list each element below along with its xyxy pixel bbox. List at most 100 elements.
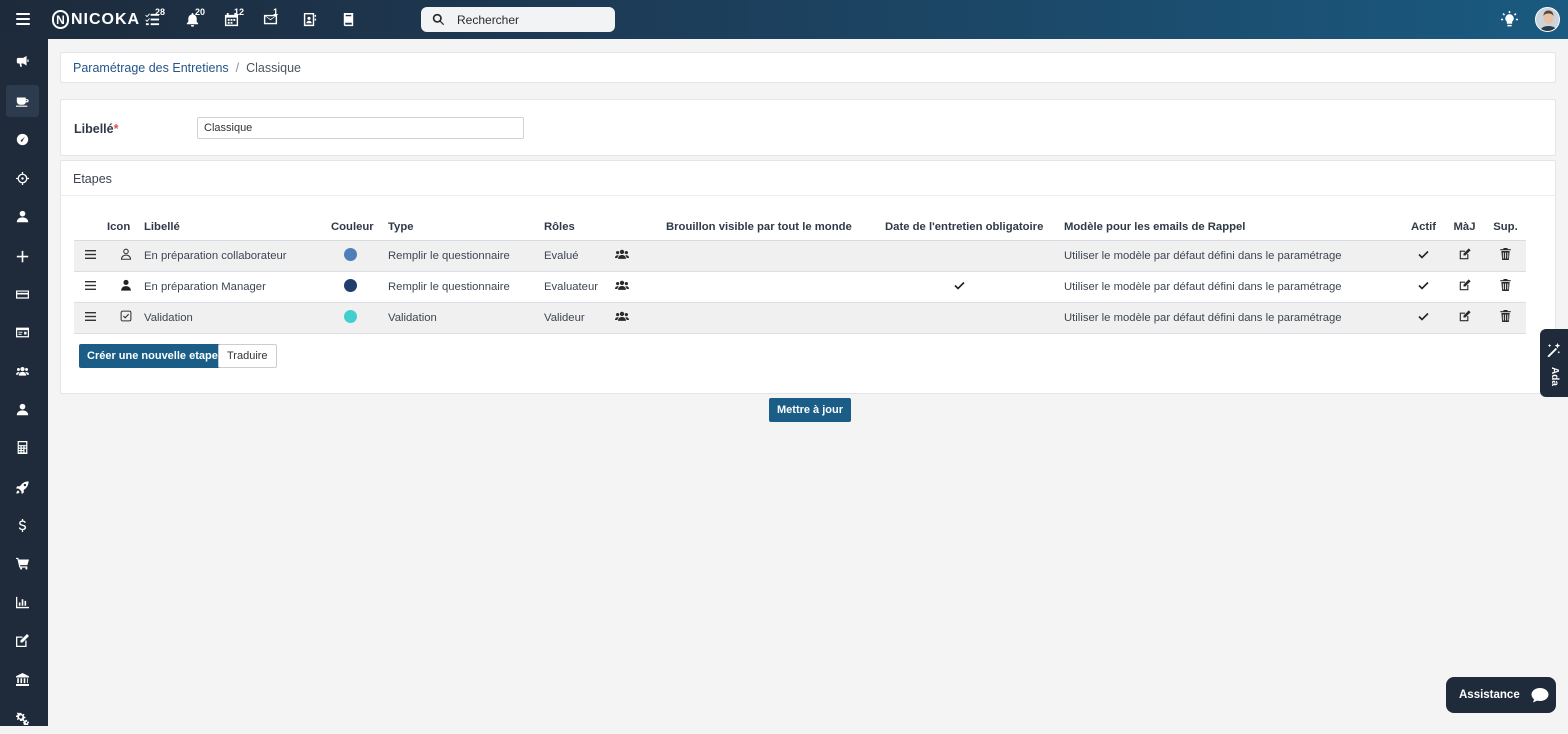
sidebar-item-team[interactable]	[6, 355, 39, 387]
logo-mark: N	[52, 10, 69, 29]
edit-icon[interactable]	[1444, 302, 1485, 334]
sidebar-item-bank[interactable]	[6, 663, 39, 695]
col-maj: MàJ	[1444, 214, 1485, 241]
breadcrumb-parent-link[interactable]: Paramétrage des Entretiens	[73, 61, 229, 75]
contacts-icon[interactable]	[302, 12, 318, 28]
bank-icon	[16, 672, 29, 686]
top-bar: N NICOKA 28 20 12 1	[0, 0, 1568, 39]
sidebar-item-card[interactable]	[6, 278, 39, 310]
sidebar-item-finance[interactable]	[6, 509, 39, 541]
calendar-badge: 12	[234, 7, 245, 17]
step-brouillon	[666, 271, 885, 303]
sidebar-item-settings[interactable]	[6, 702, 39, 734]
required-mark: *	[113, 122, 119, 136]
ada-tab[interactable]: Ada	[1540, 329, 1568, 397]
mail-badge: 1	[273, 7, 279, 17]
logo[interactable]: N NICOKA	[52, 10, 140, 29]
assistance-button[interactable]: Assistance	[1446, 677, 1556, 713]
step-label: Validation	[144, 302, 331, 334]
calculator-icon	[17, 440, 28, 454]
label-text: Libellé	[74, 122, 114, 136]
step-modele: Utiliser le modèle par défaut défini dan…	[1064, 240, 1403, 272]
sidebar-item-interviews[interactable]	[6, 85, 39, 117]
breadcrumb: Paramétrage des Entretiens / Classique	[60, 52, 1556, 83]
translate-button[interactable]: Traduire	[218, 344, 277, 368]
update-button[interactable]: Mettre à jour	[769, 398, 852, 422]
sidebar-item-user[interactable]	[6, 200, 39, 232]
tasks-badge: 28	[155, 7, 166, 17]
col-couleur: Couleur	[331, 214, 388, 241]
bell-icon[interactable]: 20	[185, 7, 205, 28]
roles-users-icon[interactable]	[615, 271, 666, 303]
col-sup: Sup.	[1485, 214, 1526, 241]
drag-handle-icon[interactable]	[74, 271, 107, 303]
step-color	[331, 271, 388, 303]
steps-table: Icon Libellé Couleur Type Rôles Brouillo…	[74, 214, 1526, 334]
sidebar-item-add[interactable]	[6, 240, 39, 272]
logo-text: NICOKA	[71, 10, 141, 28]
color-swatch	[344, 278, 357, 292]
dollar-icon	[18, 518, 27, 532]
sidebar-item-contact[interactable]	[6, 393, 39, 425]
sidebar-item-cart[interactable]	[6, 547, 39, 579]
sidebar-item-calculator[interactable]	[6, 431, 39, 463]
search-icon	[432, 13, 445, 26]
plus-icon	[16, 250, 29, 262]
mail-icon[interactable]: 1	[263, 7, 279, 28]
users-icon	[16, 366, 29, 376]
dashboard-icon	[16, 133, 29, 145]
trash-icon[interactable]	[1485, 240, 1526, 272]
step-brouillon	[666, 240, 885, 272]
coffee-icon	[16, 96, 29, 107]
check-icon	[1403, 240, 1444, 272]
book-icon[interactable]	[341, 12, 357, 28]
drag-handle-icon[interactable]	[74, 240, 107, 272]
sidebar-item-dashboard[interactable]	[6, 123, 39, 155]
trash-icon[interactable]	[1485, 271, 1526, 303]
roles-users-icon[interactable]	[615, 240, 666, 272]
step-type: Remplir le questionnaire	[388, 240, 544, 272]
create-step-button[interactable]: Créer une nouvelle etape	[79, 344, 226, 368]
check-icon	[1403, 271, 1444, 303]
avatar[interactable]	[1535, 7, 1560, 32]
search-box[interactable]	[421, 7, 615, 32]
menu-icon[interactable]	[16, 13, 30, 25]
drag-handle-icon[interactable]	[74, 302, 107, 334]
step-color	[331, 240, 388, 272]
calendar-icon[interactable]: 12	[224, 7, 244, 28]
label-input[interactable]	[197, 117, 524, 139]
edit-icon	[16, 633, 29, 647]
sidebar-item-edit[interactable]	[6, 624, 39, 656]
sidebar-item-id[interactable]	[6, 316, 39, 348]
col-date: Date de l'entretien obligatoire	[885, 214, 1064, 241]
crosshair-icon	[16, 171, 29, 185]
sidebar-item-target[interactable]	[6, 162, 39, 194]
col-modele: Modèle pour les emails de Rappel	[1064, 214, 1403, 241]
edit-icon[interactable]	[1444, 240, 1485, 272]
magic-wand-icon	[1547, 343, 1561, 357]
user-icon	[16, 210, 29, 222]
table-row: Validation Validation Valideur Utiliser …	[74, 302, 1526, 334]
breadcrumb-separator: /	[235, 60, 240, 75]
steps-panel: Etapes Icon Libellé Couleur Type Rôles B…	[60, 160, 1556, 394]
trash-icon[interactable]	[1485, 302, 1526, 334]
label-form-panel: Libellé*	[60, 99, 1556, 156]
edit-icon[interactable]	[1444, 271, 1485, 303]
col-roles-icon	[615, 214, 666, 241]
sidebar-item-rocket[interactable]	[6, 471, 39, 503]
search-input[interactable]	[457, 12, 607, 27]
cart-icon	[16, 557, 29, 570]
bell-badge: 20	[195, 7, 206, 17]
breadcrumb-current: Classique	[246, 60, 302, 75]
lightbulb-icon[interactable]	[1501, 11, 1518, 28]
sidebar	[0, 39, 48, 726]
sidebar-item-reports[interactable]	[6, 586, 39, 618]
cogs-icon	[16, 711, 29, 725]
tasks-icon[interactable]: 28	[145, 7, 165, 28]
step-modele: Utiliser le modèle par défaut défini dan…	[1064, 302, 1403, 334]
col-actif: Actif	[1403, 214, 1444, 241]
checkbox-icon	[107, 302, 144, 334]
sidebar-item-megaphone[interactable]	[6, 45, 39, 77]
user-outline-icon	[107, 240, 144, 272]
roles-users-icon[interactable]	[615, 302, 666, 334]
